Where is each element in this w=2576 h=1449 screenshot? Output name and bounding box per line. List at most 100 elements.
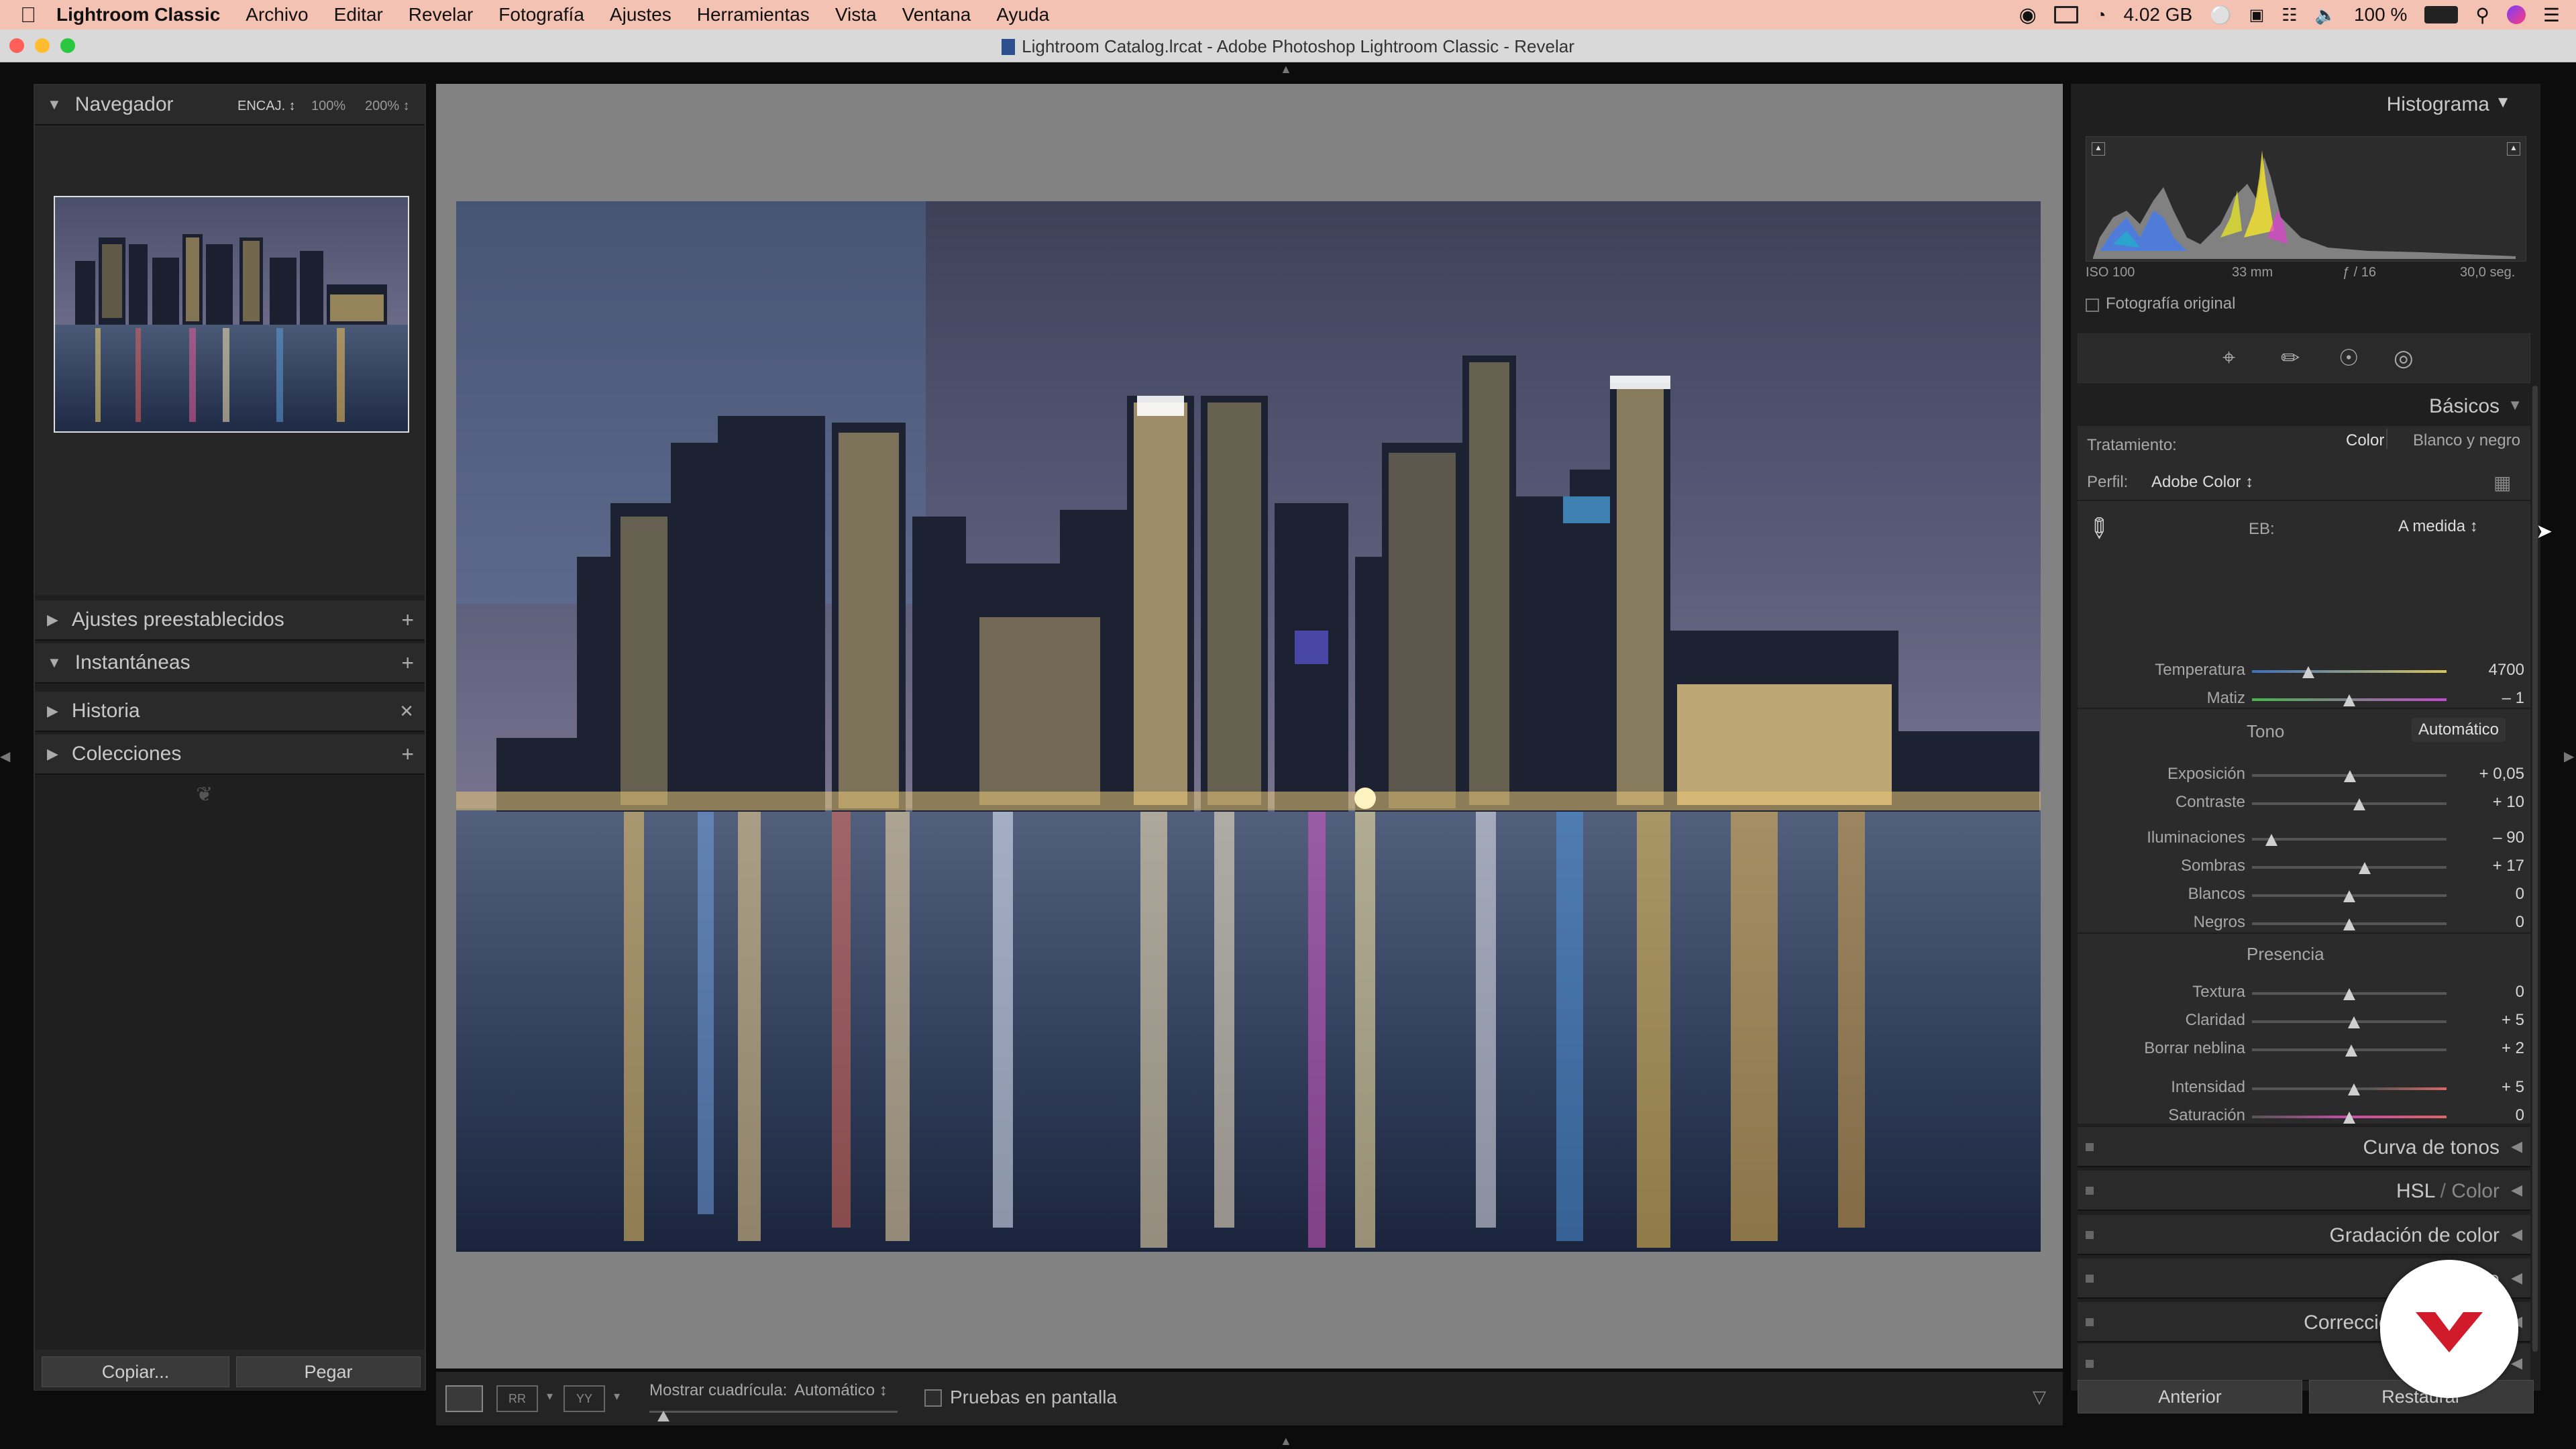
expand-triangle-icon[interactable]: ◀ (2511, 1181, 2522, 1199)
softproof-checkbox[interactable] (924, 1389, 942, 1407)
slider-thumb[interactable] (2348, 1083, 2361, 1095)
menu-fotografia[interactable]: Fotografía (498, 4, 584, 25)
airplay-icon[interactable]: ▣ (2249, 5, 2265, 25)
top-panel-toggle-icon[interactable]: ▲ (1280, 62, 1292, 76)
slider-track[interactable] (2252, 802, 2447, 805)
slider-track[interactable] (2252, 838, 2447, 841)
expand-triangle-icon[interactable]: ▶ (47, 702, 58, 720)
slider-thumb[interactable] (2344, 770, 2357, 782)
panel-switch-icon[interactable] (2086, 1360, 2094, 1368)
display-icon[interactable] (2053, 6, 2078, 23)
expand-triangle-icon[interactable]: ▶ (47, 745, 58, 763)
right-panel-toggle-icon[interactable]: ▶ (2564, 748, 2574, 765)
red-eye-tool-icon[interactable]: ☉ (2339, 345, 2359, 372)
creative-cloud-icon[interactable]: ◉ (2019, 3, 2037, 27)
loupe-view-icon[interactable] (445, 1385, 483, 1412)
slider-thumb[interactable] (2302, 666, 2315, 678)
panel-switch-icon[interactable] (2086, 1231, 2094, 1239)
original-photo-checkbox[interactable] (2086, 299, 2099, 312)
slider-value[interactable]: + 0,05 (2444, 765, 2524, 784)
battery-status[interactable]: 100 % (2354, 4, 2407, 25)
menu-herramientas[interactable]: Herramientas (697, 4, 810, 25)
main-photo[interactable] (456, 201, 2041, 1252)
clear-history-icon[interactable]: ✕ (399, 701, 414, 722)
history-header[interactable]: ▶ Historia ✕ (35, 692, 425, 732)
color-grading-header[interactable]: Gradación de color ◀ (2078, 1215, 2530, 1255)
grid-size-slider-thumb[interactable] (657, 1411, 669, 1421)
slider-value[interactable]: – 1 (2444, 689, 2524, 708)
swap-dropdown-icon[interactable]: ▾ (614, 1389, 620, 1403)
highlight-clipping-icon[interactable]: ▲ (2507, 142, 2520, 156)
navigator-thumbnail[interactable] (54, 196, 409, 433)
histogram-header[interactable]: Histograma ▼ (2071, 84, 2540, 124)
slider-thumb[interactable] (2343, 918, 2355, 930)
slider-value[interactable]: – 90 (2444, 828, 2524, 847)
toolbar-options-icon[interactable]: ▽ (2033, 1387, 2046, 1407)
slider-value[interactable]: 0 (2444, 1106, 2524, 1125)
volume-icon[interactable]: 🔈 (2315, 5, 2337, 25)
navigator-header[interactable]: ▼ Navegador ENCAJ. ↕ 100% 200% ↕ (35, 85, 425, 125)
slider-value[interactable]: + 5 (2444, 1011, 2524, 1030)
memory-status[interactable]: 4.02 GB (2123, 4, 2192, 25)
slider-thumb[interactable] (2345, 1044, 2357, 1057)
slider-thumb[interactable] (2348, 1016, 2361, 1028)
menu-archivo[interactable]: Archivo (246, 4, 308, 25)
panel-switch-icon[interactable] (2086, 1318, 2094, 1326)
copy-settings-button[interactable]: Copiar... (42, 1356, 229, 1387)
menu-editar[interactable]: Editar (334, 4, 383, 25)
grid-size-slider[interactable] (649, 1411, 898, 1413)
paste-settings-button[interactable]: Pegar (236, 1356, 421, 1387)
slider-thumb[interactable] (2343, 988, 2355, 1000)
menu-revelar[interactable]: Revelar (409, 4, 473, 25)
slider-thumb[interactable] (2265, 834, 2277, 846)
collapse-triangle-icon[interactable]: ▼ (47, 96, 62, 113)
slider-value[interactable]: + 2 (2444, 1039, 2524, 1058)
collapse-triangle-icon[interactable]: ▼ (2495, 93, 2511, 112)
tone-curve-header[interactable]: Curva de tonos ◀ (2078, 1127, 2530, 1167)
slider-track[interactable] (2252, 670, 2447, 673)
panel-switch-icon[interactable] (2086, 1143, 2094, 1151)
shadow-clipping-icon[interactable]: ▲ (2092, 142, 2105, 156)
menu-ajustes[interactable]: Ajustes (610, 4, 672, 25)
slider-track[interactable] (2252, 866, 2447, 869)
healing-tool-icon[interactable]: ✏ (2281, 345, 2300, 372)
profile-browser-icon[interactable]: ▦ (2493, 472, 2511, 494)
slider-value[interactable]: 4700 (2444, 661, 2524, 680)
treatment-bw-option[interactable]: Blanco y negro (2413, 431, 2520, 450)
slider-thumb[interactable] (2353, 798, 2365, 810)
slider-thumb[interactable] (2343, 694, 2355, 706)
control-center-icon[interactable]: ☰ (2543, 4, 2560, 26)
expand-triangle-icon[interactable]: ▶ (47, 611, 58, 629)
slider-thumb[interactable] (2343, 890, 2355, 902)
slider-value[interactable]: 0 (2444, 885, 2524, 904)
profile-select[interactable]: Adobe Color ↕ (2151, 473, 2253, 492)
grid-overlay-select[interactable]: Automático ↕ (794, 1381, 888, 1400)
collections-header[interactable]: ▶ Colecciones + (35, 735, 425, 775)
masking-tool-icon[interactable]: ◎ (2394, 345, 2414, 372)
zoom-fit-option[interactable]: ENCAJ. ↕ (237, 99, 296, 114)
add-snapshot-icon[interactable]: + (401, 651, 414, 676)
left-panel-toggle-icon[interactable]: ◀ (0, 748, 10, 765)
zoom-100-option[interactable]: 100% (311, 99, 345, 114)
spotlight-icon[interactable]: ⚲ (2475, 4, 2489, 26)
panel-switch-icon[interactable] (2086, 1187, 2094, 1195)
collapse-triangle-icon[interactable]: ▼ (47, 654, 62, 672)
slider-value[interactable]: + 10 (2444, 793, 2524, 812)
apple-icon[interactable]:  (20, 3, 36, 28)
add-collection-icon[interactable]: + (401, 742, 414, 767)
bottom-panel-toggle-icon[interactable]: ▲ (1280, 1434, 1292, 1448)
expand-triangle-icon[interactable]: ◀ (2511, 1138, 2522, 1155)
white-balance-select[interactable]: A medida ↕ (2398, 517, 2478, 536)
slider-thumb[interactable] (2343, 1112, 2355, 1124)
wifi-icon[interactable]: ☷ (2282, 5, 2297, 25)
previous-settings-button[interactable]: Anterior (2078, 1380, 2302, 1413)
menu-ventana[interactable]: Ventana (902, 4, 971, 25)
slider-value[interactable]: 0 (2444, 983, 2524, 1002)
before-after-dropdown-icon[interactable]: ▾ (547, 1389, 553, 1403)
slider-value[interactable]: + 5 (2444, 1078, 2524, 1097)
slider-value[interactable]: 0 (2444, 913, 2524, 932)
histogram-graph[interactable]: ▲ ▲ (2086, 136, 2526, 262)
menu-ayuda[interactable]: Ayuda (996, 4, 1049, 25)
auto-tone-button[interactable]: Automático (2412, 718, 2506, 742)
vpn-icon[interactable]: ⚪ (2210, 5, 2231, 25)
